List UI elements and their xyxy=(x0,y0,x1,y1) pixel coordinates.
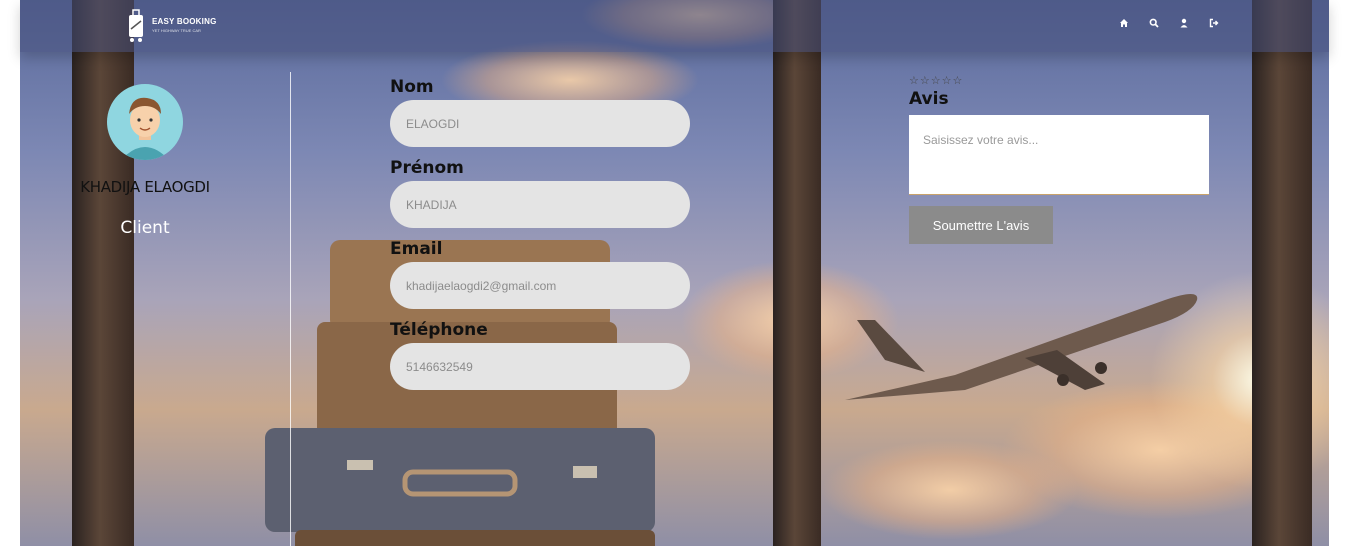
email-label: Email xyxy=(390,239,443,259)
review-panel: ☆☆☆☆☆ Avis Saisissez votre avis... Soume… xyxy=(909,74,1209,244)
nom-field[interactable]: ELAOGDI xyxy=(390,100,690,147)
user-role: Client xyxy=(120,218,170,238)
telephone-field[interactable]: 5146632549 xyxy=(390,343,690,390)
vertical-divider xyxy=(290,72,291,546)
avatar xyxy=(107,84,183,160)
profile-panel: KHADIJA ELAOGDI Client xyxy=(40,80,250,238)
email-field[interactable]: khadijaelaogdi2@gmail.com xyxy=(390,262,690,309)
star-rating[interactable]: ☆☆☆☆☆ xyxy=(909,74,1209,87)
submit-review-button[interactable]: Soumettre L'avis xyxy=(909,206,1053,244)
prenom-field[interactable]: KHADIJA xyxy=(390,181,690,228)
nom-label: Nom xyxy=(390,77,434,97)
telephone-label: Téléphone xyxy=(390,320,488,340)
review-textarea[interactable]: Saisissez votre avis... xyxy=(909,115,1209,195)
avatar-illustration-icon xyxy=(121,97,169,160)
content-area: KHADIJA ELAOGDI Client Nom ELAOGDI Préno… xyxy=(20,0,1329,546)
review-title: Avis xyxy=(909,89,949,109)
prenom-label: Prénom xyxy=(390,158,464,178)
profile-form: Nom ELAOGDI Prénom KHADIJA Email khadija… xyxy=(390,72,690,398)
user-name: KHADIJA ELAOGDI xyxy=(80,178,210,196)
